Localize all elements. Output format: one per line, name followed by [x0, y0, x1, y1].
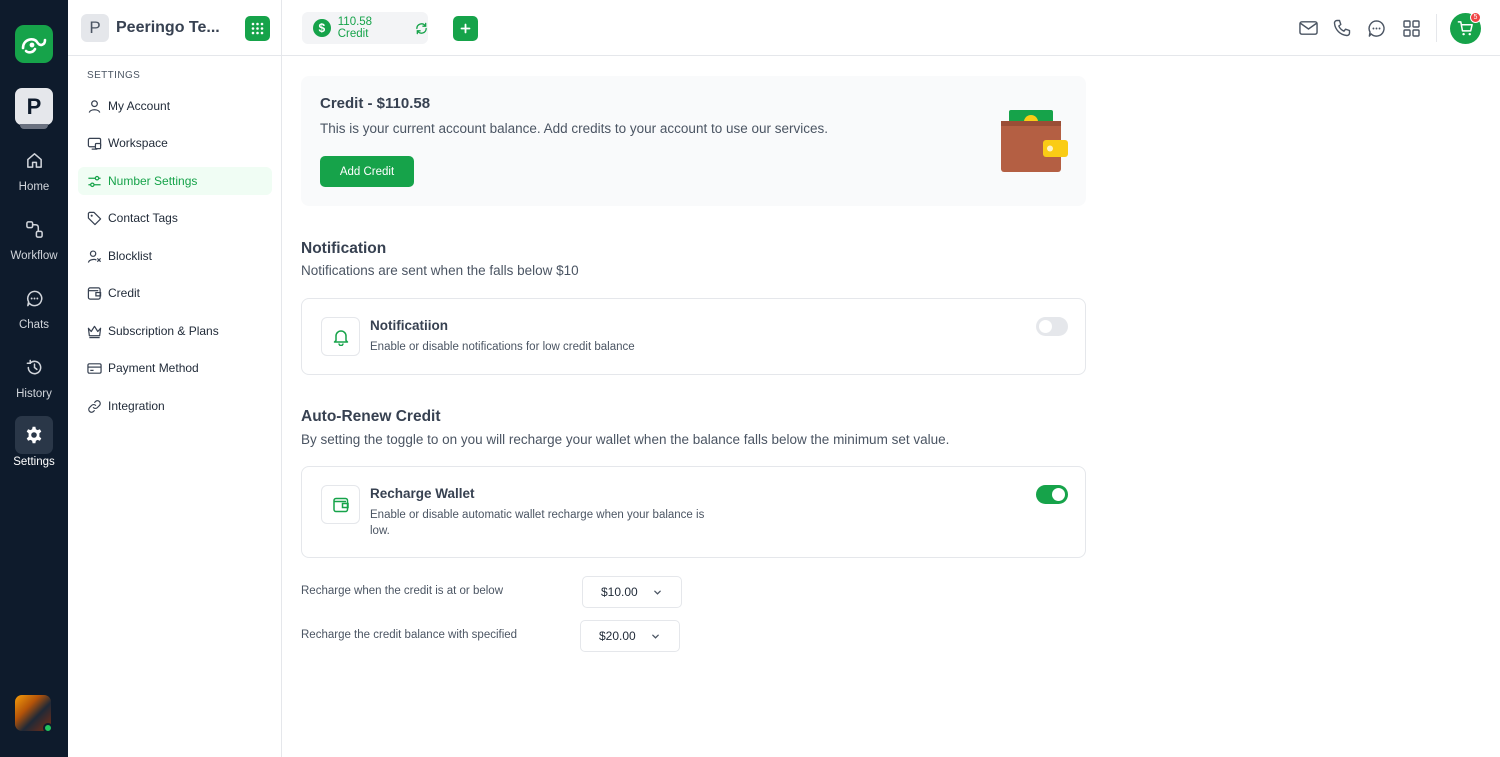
settings-sidebar: P Peeringo Te... SETTINGS My Account Wor… [68, 0, 282, 757]
refresh-icon[interactable] [415, 22, 428, 35]
rail-item-label: History [16, 388, 52, 400]
wallet-illustration-icon [1001, 110, 1068, 172]
recharge-wallet-title: Recharge Wallet [370, 486, 475, 501]
rail-item-label: Chats [18, 319, 50, 331]
card-icon [87, 362, 102, 374]
sidebar-item-label: Workspace [108, 136, 168, 150]
sidebar-item-number-settings[interactable]: Number Settings [78, 167, 272, 195]
workflow-icon [15, 210, 53, 248]
recharge-amount-label: Recharge the credit balance with specifi… [301, 629, 518, 641]
auto-renew-section-title: Auto-Renew Credit [301, 408, 441, 425]
rail-item-label: Workflow [10, 250, 58, 262]
chat-icon [15, 279, 53, 317]
recharge-threshold-select[interactable]: $10.00 [582, 576, 682, 608]
notification-card: Notificatiion Enable or disable notifica… [301, 298, 1086, 375]
sidebar-item-integration[interactable]: Integration [78, 392, 272, 420]
rail-item-home[interactable]: Home [0, 141, 68, 193]
message-icon[interactable] [1365, 17, 1387, 39]
sidebar-item-blocklist[interactable]: Blocklist [78, 242, 272, 270]
workspace-switcher[interactable]: P [15, 88, 53, 125]
sidebar-item-subscription-plans[interactable]: Subscription & Plans [78, 317, 272, 345]
toggle-knob [1052, 488, 1065, 501]
recharge-wallet-description: Enable or disable automatic wallet recha… [370, 509, 705, 537]
cart-count-badge: 5 [1470, 12, 1481, 23]
add-credit-button[interactable]: Add Credit [320, 156, 414, 187]
notification-toggle[interactable] [1036, 317, 1068, 336]
chevron-down-icon [653, 588, 662, 597]
home-icon [15, 141, 53, 179]
recharge-wallet-card: Recharge Wallet Enable or disable automa… [301, 466, 1086, 558]
recharge-wallet-toggle[interactable] [1036, 485, 1068, 504]
top-bar: $ 110.58 Credit 5 [282, 0, 1500, 56]
link-icon [88, 399, 101, 413]
toolbar-divider [1436, 14, 1437, 42]
sidebar-item-label: Number Settings [108, 174, 198, 188]
toggle-knob [1039, 320, 1052, 333]
notification-section-description: Notifications are sent when the falls be… [301, 263, 579, 278]
recharge-amount-select[interactable]: $20.00 [580, 620, 680, 652]
sidebar-item-label: Credit [108, 286, 141, 300]
peeringo-logo-icon [21, 38, 47, 54]
auto-renew-section-description: By setting the toggle to on you will rec… [301, 432, 950, 447]
cart-icon [1457, 21, 1473, 36]
add-credit-quick-button[interactable] [453, 16, 478, 41]
credit-icon [87, 286, 102, 300]
tag-icon [87, 211, 102, 225]
sidebar-item-label: Payment Method [108, 361, 199, 375]
recharge-threshold-label: Recharge when the credit is at or below [301, 585, 503, 597]
phone-icon[interactable] [1331, 17, 1353, 39]
workspace-indicator [20, 124, 48, 129]
select-value: $10.00 [601, 585, 638, 599]
history-icon [15, 348, 53, 386]
sidebar-item-workspace[interactable]: Workspace [78, 129, 272, 157]
sidebar-item-label: Subscription & Plans [108, 324, 219, 338]
rail-item-chats[interactable]: Chats [0, 279, 68, 331]
sidebar-item-my-account[interactable]: My Account [78, 92, 272, 120]
wallet-icon [321, 485, 360, 524]
notification-section-title: Notification [301, 240, 387, 257]
rail-item-label: Settings [13, 456, 55, 468]
workspace-badge[interactable]: P [81, 14, 109, 42]
apps-grid-icon[interactable] [1400, 17, 1422, 39]
sidebar-item-label: Contact Tags [108, 211, 178, 225]
rail-item-workflow[interactable]: Workflow [0, 210, 68, 262]
sidebar-item-label: Blocklist [108, 249, 153, 263]
bell-icon [321, 317, 360, 356]
chevron-down-icon [651, 632, 660, 641]
app-rail: P Home Workflow Chats History Settings [0, 0, 68, 757]
credit-description: This is your current account balance. Ad… [320, 121, 829, 136]
credit-title: Credit - $110.58 [320, 95, 431, 112]
plus-icon [460, 23, 471, 34]
credit-summary-card: Credit - $110.58 This is your current ac… [301, 76, 1086, 206]
rail-item-settings[interactable]: Settings [0, 416, 68, 468]
sidebar-item-contact-tags[interactable]: Contact Tags [78, 204, 272, 232]
sidebar-item-payment-method[interactable]: Payment Method [78, 354, 272, 382]
sidebar-item-credit[interactable]: Credit [78, 279, 272, 307]
number-settings-icon [88, 175, 101, 187]
user-icon [88, 99, 101, 113]
notification-card-description: Enable or disable notifications for low … [370, 341, 635, 353]
rail-item-label: Home [18, 181, 50, 193]
online-status-dot [43, 723, 53, 733]
dialpad-icon [251, 22, 264, 35]
notification-card-title: Notificatiion [370, 318, 448, 333]
select-value: $20.00 [599, 629, 636, 643]
crown-icon [87, 325, 102, 338]
dollar-icon: $ [313, 19, 331, 37]
sidebar-item-label: My Account [108, 99, 171, 113]
credit-balance-pill[interactable]: $ 110.58 Credit [302, 12, 428, 44]
workspace-header: P Peeringo Te... [68, 0, 281, 56]
workspace-icon [87, 137, 102, 150]
rail-item-history[interactable]: History [0, 348, 68, 400]
mail-icon[interactable] [1297, 17, 1319, 39]
settings-section-label: SETTINGS [87, 70, 141, 81]
sidebar-item-label: Integration [108, 399, 165, 413]
dialpad-button[interactable] [245, 16, 270, 41]
block-user-icon [87, 249, 102, 263]
app-logo[interactable] [15, 25, 53, 63]
gear-icon [15, 416, 53, 454]
credit-balance-label: 110.58 Credit [337, 16, 373, 40]
workspace-name[interactable]: Peeringo Te... [116, 19, 220, 37]
